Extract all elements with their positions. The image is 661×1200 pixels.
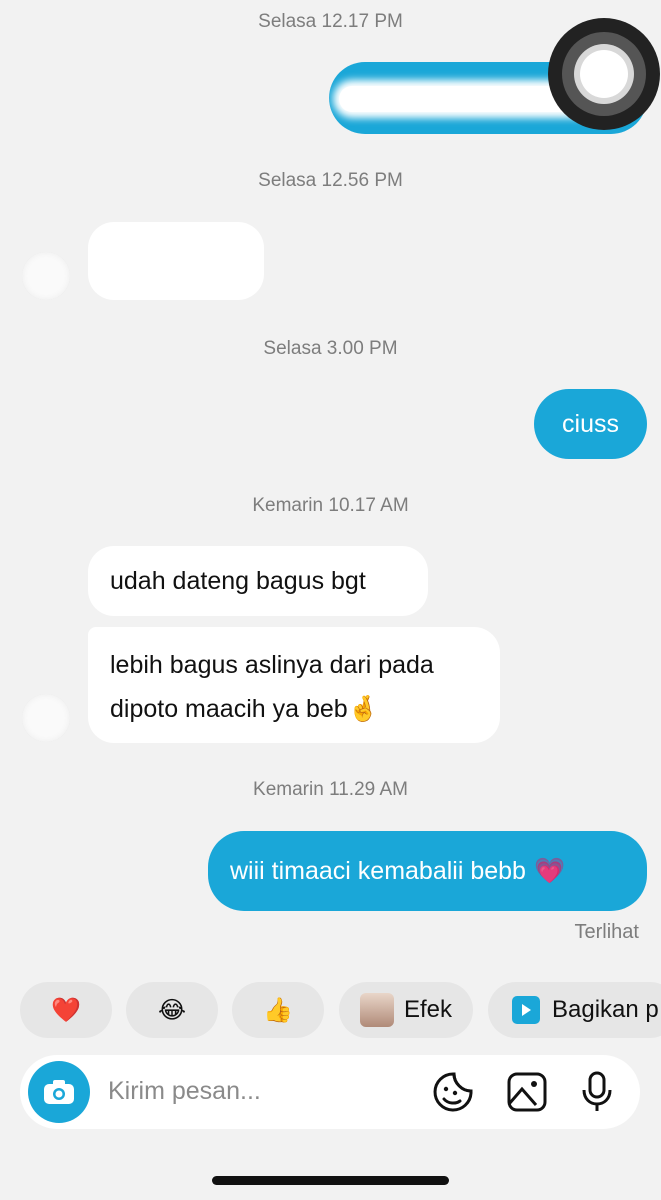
crossed-fingers-emoji: 🤞	[347, 695, 379, 723]
message-text: wiii timaaci kemabalii bebb	[230, 856, 526, 885]
home-indicator	[212, 1176, 449, 1185]
message-text: udah dateng bagus bgt	[110, 567, 366, 595]
camera-button[interactable]	[28, 1061, 90, 1123]
play-icon	[512, 996, 540, 1024]
timestamp: Kemarin 10.17 AM	[252, 495, 409, 516]
incoming-message-redacted[interactable]	[88, 222, 264, 300]
timestamp: Selasa 12.17 PM	[258, 11, 403, 32]
effect-button[interactable]: Efek	[339, 982, 473, 1038]
effect-thumbnail-icon	[359, 993, 394, 1027]
outgoing-message[interactable]: wiii timaaci kemabalii bebb 💗	[208, 831, 647, 911]
share-label: Bagikan p	[552, 996, 659, 1023]
timestamp: Kemarin 11.29 AM	[253, 779, 408, 800]
share-button[interactable]: Bagikan p	[488, 982, 661, 1038]
outgoing-message[interactable]: ciuss	[534, 389, 647, 459]
heart-icon: ❤️	[51, 996, 81, 1024]
sticker-icon[interactable]	[432, 1071, 474, 1113]
message-text: ciuss	[562, 409, 619, 438]
camera-icon	[44, 1080, 74, 1104]
laugh-icon: 😂	[157, 996, 187, 1024]
message-text-line: dipoto maacih ya beb🤞	[110, 695, 379, 723]
redaction-scribble	[108, 250, 238, 272]
effect-label: Efek	[403, 996, 453, 1023]
incoming-message[interactable]: udah dateng bagus bgt	[88, 546, 428, 616]
heart-reaction-button[interactable]: ❤️	[20, 982, 112, 1038]
message-composer: Kirim pesan...	[20, 1055, 640, 1129]
thumbs-up-icon: 👍	[263, 996, 293, 1024]
timestamp: Selasa 12.56 PM	[258, 170, 403, 191]
avatar[interactable]	[22, 252, 70, 300]
gallery-icon[interactable]	[506, 1071, 548, 1113]
microphone-icon[interactable]	[576, 1071, 618, 1113]
seen-status: Terlihat	[574, 921, 639, 943]
message-text-line: lebih bagus aslinya dari pada	[110, 651, 434, 679]
quick-reactions-row: ❤️ 😂 👍 Efek Bagikan p	[0, 982, 661, 1040]
thumbs-up-reaction-button[interactable]: 👍	[232, 982, 324, 1038]
timestamp: Selasa 3.00 PM	[263, 338, 398, 359]
message-input[interactable]: Kirim pesan...	[108, 1077, 261, 1106]
floating-button[interactable]	[548, 18, 660, 130]
incoming-message[interactable]: lebih bagus aslinya dari pada dipoto maa…	[88, 627, 500, 743]
heart-emoji: 💗	[533, 856, 566, 885]
avatar[interactable]	[22, 694, 70, 742]
laugh-reaction-button[interactable]: 😂	[126, 982, 218, 1038]
